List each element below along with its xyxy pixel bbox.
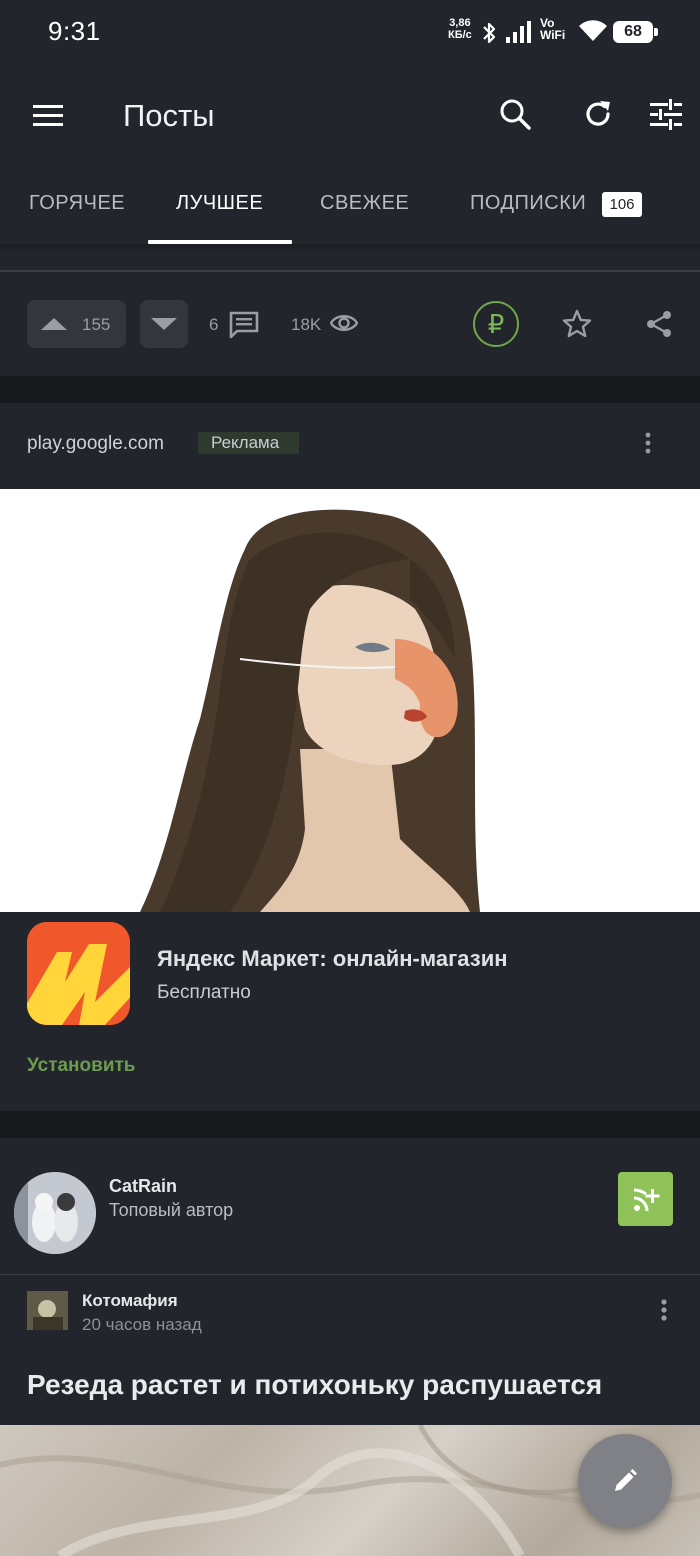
upvote-button[interactable]: 155 <box>27 300 126 348</box>
community-avatar[interactable] <box>27 1291 68 1330</box>
page-title: Посты <box>123 98 215 133</box>
share-icon[interactable] <box>644 309 674 339</box>
menu-button[interactable] <box>24 92 72 140</box>
search-icon <box>500 99 531 130</box>
cats-avatar-image <box>14 1172 96 1254</box>
ad-source: play.google.com <box>27 433 164 454</box>
follow-button[interactable] <box>618 1172 673 1226</box>
more-options-icon[interactable] <box>636 428 660 458</box>
bluetooth-icon <box>483 22 496 44</box>
refresh-icon <box>586 101 610 126</box>
subscriptions-count-badge: 106 <box>602 192 642 217</box>
post-time: 20 часов назад <box>82 1315 202 1334</box>
post-actions-bar: 155 6 18K ₽ <box>0 272 700 376</box>
more-options-icon[interactable] <box>652 1295 676 1325</box>
wifi-icon <box>579 20 607 41</box>
yandex-market-logo-icon <box>27 922 130 1025</box>
menu-icon <box>33 105 63 126</box>
filter-icon <box>650 99 682 130</box>
donate-button[interactable]: ₽ <box>473 301 519 347</box>
yandex-market-app-icon[interactable] <box>27 922 130 1025</box>
views-count: 18K <box>291 315 322 334</box>
ad-image[interactable] <box>0 489 700 912</box>
clock: 9:31 <box>48 16 101 46</box>
author-block: CatRain Топовый автор <box>0 1138 700 1274</box>
comments-count: 6 <box>209 315 219 334</box>
arrow-down-icon <box>151 318 177 330</box>
arrow-up-icon <box>41 318 67 330</box>
tab-subscriptions[interactable]: ПОДПИСКИ <box>470 192 586 215</box>
post-header: Котомафия 20 часов назад Резеда растет и… <box>0 1275 700 1425</box>
signal-icon <box>506 21 531 43</box>
ad-card[interactable]: play.google.com Реклама Яндекс Маркет: о… <box>0 403 700 1111</box>
filter-button[interactable] <box>642 90 690 138</box>
mannequin-wig-image <box>140 509 480 912</box>
tab-fresh[interactable]: СВЕЖЕЕ <box>320 192 409 215</box>
tab-hot[interactable]: ГОРЯЧЕЕ <box>29 192 125 215</box>
ad-app-name: Яндекс Маркет: онлайн-магазин <box>157 946 508 971</box>
vowifi-indicator: Vo WiFi <box>540 16 566 42</box>
subscribe-feed-icon <box>633 1188 659 1212</box>
ad-label: Реклама <box>198 432 299 454</box>
author-role: Топовый автор <box>109 1200 234 1220</box>
avatar[interactable] <box>14 1172 96 1254</box>
comment-icon[interactable] <box>229 311 259 339</box>
tabs-shadow <box>0 244 700 254</box>
tab-best[interactable]: ЛУЧШЕЕ <box>176 192 263 215</box>
install-button[interactable]: Установить <box>27 1055 136 1077</box>
community-name[interactable]: Котомафия <box>82 1291 178 1311</box>
upvote-count: 155 <box>82 315 111 334</box>
community-image <box>27 1291 68 1330</box>
feed-separator <box>0 1111 700 1138</box>
ad-app-price: Бесплатно <box>157 982 251 1003</box>
author-name[interactable]: CatRain <box>109 1176 177 1197</box>
eye-icon <box>330 315 358 331</box>
downvote-button[interactable] <box>140 300 188 348</box>
app-bar: Посты <box>0 66 700 166</box>
star-icon[interactable] <box>562 309 592 339</box>
create-post-button[interactable] <box>578 1434 672 1528</box>
feed-separator <box>0 376 700 403</box>
search-button[interactable] <box>491 90 539 138</box>
refresh-button[interactable] <box>574 90 622 138</box>
status-bar: 9:31 3,86 КБ/с Vo WiFi 68 <box>0 0 700 66</box>
network-speed: 3,86 КБ/с <box>448 17 472 41</box>
pencil-icon <box>615 1469 637 1491</box>
post-title[interactable]: Резеда растет и потихоньку распушается <box>27 1369 602 1401</box>
battery-indicator: 68 <box>613 21 658 43</box>
tab-bar: ГОРЯЧЕЕ ЛУЧШЕЕ СВЕЖЕЕ ПОДПИСКИ 106 <box>0 166 700 244</box>
